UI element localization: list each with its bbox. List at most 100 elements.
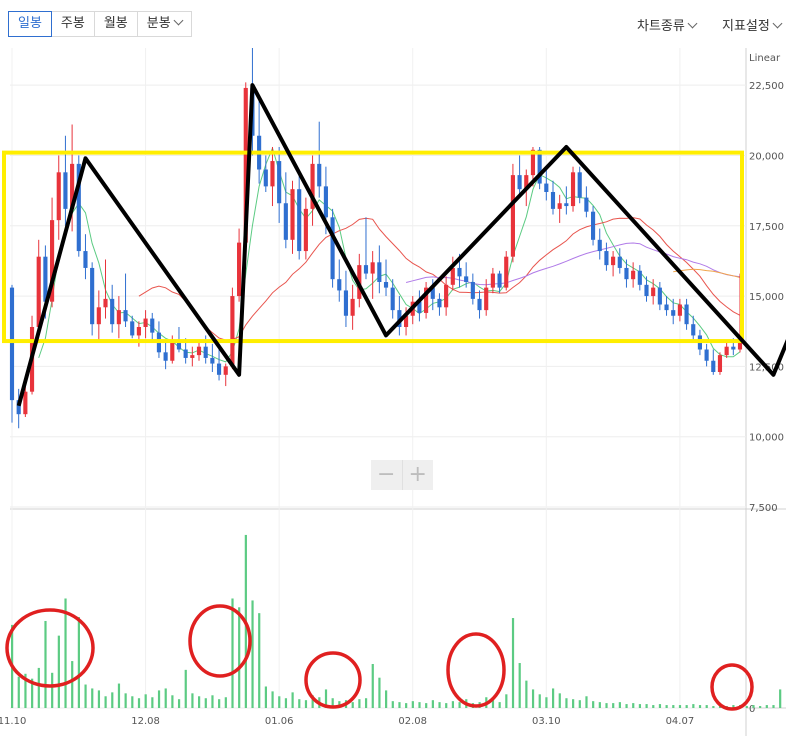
volume-bar — [198, 696, 201, 708]
volume-bar — [351, 702, 354, 708]
volume-bar — [438, 702, 441, 708]
volume-bar — [511, 618, 515, 708]
price-tick-label: 20,000 — [749, 151, 784, 162]
candle-body — [724, 346, 729, 356]
candle-body — [317, 163, 322, 187]
volume-bar — [224, 697, 227, 708]
chart-type-menu[interactable]: 차트종류 — [637, 15, 698, 34]
candle-body — [464, 276, 469, 282]
volume-bar — [264, 686, 267, 708]
price-tick-label: 15,000 — [749, 292, 784, 303]
volume-bar — [91, 688, 94, 708]
volume-bar — [84, 684, 87, 708]
zoom-out-button[interactable]: − — [371, 460, 403, 490]
volume-bar — [44, 620, 47, 708]
candle-body — [183, 349, 188, 358]
volume-bar — [652, 705, 655, 708]
candle-body — [477, 298, 482, 311]
candle-body — [290, 189, 295, 240]
date-tick-label: 01.06 — [265, 716, 294, 727]
volume-bar — [298, 699, 301, 708]
volume-bar — [518, 663, 521, 708]
volume-bar — [104, 696, 107, 708]
candle-body — [684, 304, 689, 325]
tab-minute-label: 분봉 — [146, 16, 171, 31]
volume-bar — [598, 702, 601, 708]
candle-body — [150, 318, 155, 333]
tab-daily[interactable]: 일봉 — [8, 11, 52, 37]
candle-body — [557, 203, 562, 209]
candle-body — [691, 324, 696, 336]
volume-bar — [779, 689, 782, 708]
candle-body — [116, 310, 121, 325]
candle-body — [444, 284, 449, 308]
tab-monthly[interactable]: 월봉 — [94, 12, 138, 36]
candle-body — [190, 355, 195, 358]
indicator-settings-label: 지표설정 — [722, 19, 770, 34]
candle-body — [230, 296, 235, 367]
candle-body — [210, 357, 215, 364]
volume-bar — [251, 600, 254, 708]
candle-body — [671, 310, 676, 316]
volume-bar — [385, 690, 388, 708]
tab-minute[interactable]: 분봉 — [137, 12, 191, 36]
candle-body — [457, 267, 462, 277]
volume-bar — [164, 688, 167, 708]
period-tabs: 일봉 주봉 월봉 분봉 — [8, 11, 192, 37]
volume-bar — [405, 703, 408, 708]
candle-body — [223, 366, 228, 375]
candle-body — [597, 239, 602, 252]
candle-body — [163, 352, 168, 361]
volume-bar — [304, 700, 308, 708]
candle-body — [297, 189, 302, 252]
volume-bar — [612, 703, 615, 708]
volume-bar — [578, 700, 581, 708]
candle-body — [544, 183, 549, 192]
candle-body — [370, 262, 375, 274]
stock-chart: 22,50020,00017,50015,00012,50010,0007,50… — [0, 48, 786, 736]
volume-bar — [157, 690, 161, 708]
candle-body — [611, 256, 616, 266]
volume-bar — [531, 689, 535, 708]
candle-body — [170, 341, 175, 361]
candle-body — [303, 208, 308, 252]
volume-bar — [131, 696, 134, 708]
date-tick-label: 04.07 — [666, 716, 695, 727]
volume-bar — [211, 695, 214, 708]
volume-bar — [698, 705, 702, 708]
candle-body — [677, 304, 682, 316]
volume-bar — [458, 702, 461, 708]
candle-body — [196, 346, 202, 356]
volume-bar — [451, 701, 455, 708]
candle-body — [450, 267, 455, 285]
volume-bar — [238, 607, 241, 708]
candle-body — [383, 282, 389, 288]
candle-body — [377, 262, 382, 282]
volume-bar — [445, 703, 448, 708]
candle-body — [570, 172, 576, 207]
tab-weekly[interactable]: 주봉 — [51, 12, 95, 36]
candle-body — [550, 192, 556, 209]
chevron-down-icon — [173, 15, 184, 26]
candle-body — [617, 256, 622, 268]
volume-bar — [17, 676, 20, 708]
candle-body — [504, 256, 509, 288]
volume-bar — [97, 690, 101, 708]
volume-bar — [525, 680, 528, 708]
price-tick-label: 22,500 — [749, 81, 784, 92]
volume-bar — [632, 703, 635, 708]
volume-bar — [231, 598, 234, 708]
candle-body — [330, 217, 335, 280]
candle-body — [717, 355, 723, 372]
candle-body — [237, 242, 242, 297]
zoom-in-button[interactable]: + — [403, 460, 434, 490]
candle-body — [270, 161, 275, 187]
volume-bar — [124, 693, 127, 708]
volume-bar — [418, 702, 421, 708]
candle-body — [130, 321, 135, 336]
volume-bar — [411, 701, 414, 708]
volume-bar — [551, 688, 555, 708]
indicator-settings-menu[interactable]: 지표설정 — [722, 15, 783, 34]
candle-body — [203, 346, 208, 358]
volume-bar — [592, 701, 595, 708]
